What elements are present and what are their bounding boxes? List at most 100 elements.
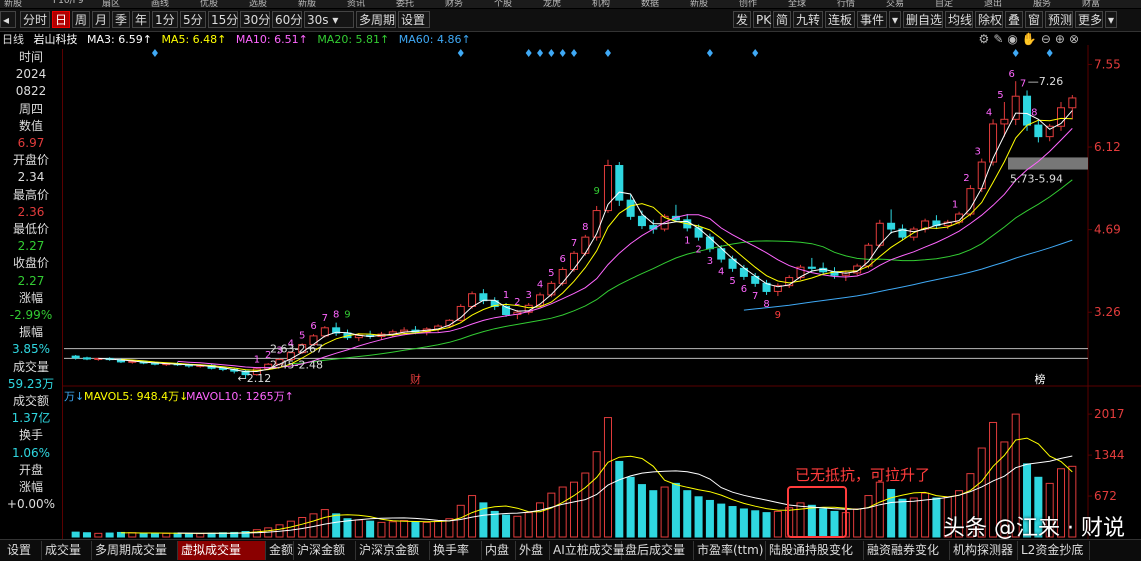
volume-bar [309,513,318,538]
info-panel-row: 收盘价 [12,256,49,271]
price-axis-label: 4.69 [1094,223,1121,237]
indicator-tab[interactable]: 多周期成交量 [92,541,178,560]
volume-bar [683,490,692,538]
nine-turn-digit: 1 [684,235,690,246]
candle-body [626,199,635,217]
info-panel-row: 涨幅 [18,290,43,305]
volume-bar [150,533,159,538]
nine-turn-digit: 9 [775,310,781,321]
volume-bar [536,502,545,538]
candle-body [468,293,477,307]
nine-turn-digit: 6 [559,254,565,265]
indicator-tab[interactable]: 融资融券变化 [864,541,950,560]
candle-body [569,252,579,270]
nine-turn-digit: 6 [310,321,316,332]
nine-turn-digit: 2 [963,173,969,184]
volume-bar [615,460,624,538]
info-panel-row: 0822 [15,84,47,99]
volume-bar [184,532,193,538]
indicator-tab[interactable]: AI立桩成交量 [550,541,625,560]
volume-bar [717,503,726,538]
volume-bar [388,521,397,538]
info-panel-row: 涨幅 [18,480,43,495]
nine-turn-digit: 9 [593,186,599,197]
ma60-line [743,239,1073,311]
volume-bar [558,486,567,538]
candle-body [558,268,567,284]
event-tag-label: 财 [410,372,421,386]
price-range-label: 2.63-2.67 [270,343,323,356]
info-panel-row: 成交额 [12,394,49,409]
nine-turn-digit: 7 [1020,78,1026,89]
price-axis-label: 7.55 [1094,57,1121,71]
indicator-tab[interactable]: 沪深金额 [294,541,356,560]
volume-bar [354,519,363,538]
nine-turn-digit: 8 [582,222,588,233]
candle-body [547,282,556,296]
candle-body [694,227,703,238]
indicator-tab[interactable]: L2资金抄底 [1018,541,1090,560]
nine-turn-digit: 8 [763,299,769,310]
nine-turn-digit: 8 [333,310,339,321]
info-panel-row: 周四 [18,101,43,116]
volume-bar [694,496,703,538]
nine-turn-digit: 1 [503,290,509,301]
info-panel-row: 1.06% [11,445,51,460]
volume-bar [105,532,114,538]
indicator-tab[interactable]: 机构探测器 [950,541,1018,560]
nine-turn-digit: 6 [1009,69,1015,80]
volume-bar [513,515,522,538]
indicator-tab[interactable]: 盘后成交量 [622,541,694,560]
indicator-tab[interactable]: 金额 [266,541,294,560]
nine-turn-digit: 5 [299,330,305,341]
price-axis-label: 3.26 [1094,305,1121,319]
volume-bar [366,520,375,538]
volume-bar [196,533,205,538]
volume-bar [932,497,941,538]
indicator-tab[interactable]: 内盘 [482,541,516,560]
price-axis-label: 6.12 [1094,140,1121,154]
nine-turn-digit: 8 [1031,107,1037,118]
indicator-tabs: 设置 成交量 多周期成交量 虚拟成交量 金额 沪深金额 沪深京金额 换手率 内盘 外盘 AI立桩成交… [0,539,1141,561]
price-range-label: 5.73-5.94 [1010,173,1063,186]
event-diamond [706,49,713,57]
info-panel-row: 2.27 [17,239,45,254]
candle-body [479,293,488,302]
candle-body [966,188,975,215]
indicator-tab[interactable]: 设置 [4,541,42,560]
candle-body [320,327,329,337]
info-panel-row: 2.34 [17,170,45,185]
nine-turn-digit: 3 [975,147,981,158]
candle-body [71,355,80,359]
indicator-tab[interactable]: 陆股通持股变化 [766,541,864,560]
event-diamond [457,49,464,57]
volume-bar [490,510,499,538]
high-price-label: —7.26 [1028,75,1064,88]
volume-unit-label: 万↓ [64,390,84,403]
volume-bar [751,510,760,538]
volume-bar [377,521,386,538]
watermark: 头条 @江来 · 财说 [943,516,1125,541]
mavol5-label: MAVOL5: 948.4万↓ [84,390,188,403]
candle-body [989,123,998,163]
indicator-tab[interactable]: 成交量 [42,541,92,560]
indicator-tab[interactable]: 外盘 [516,541,550,560]
event-diamond [548,49,555,57]
volume-bar [162,532,171,538]
price-range-label: 2.45-2.48 [270,358,323,371]
indicator-tab[interactable]: 换手率 [430,541,482,560]
volume-bar [524,512,533,538]
indicator-tab[interactable]: 市盈率(ttm) [694,541,766,560]
nine-turn-digit: 1 [952,200,958,211]
volume-bar [456,504,465,538]
info-panel-row: 振幅 [18,325,43,340]
candle-body [1023,95,1032,126]
kline-chart[interactable]: 7.556.124.693.26201713446721 2 34567 8 91234… [0,0,1141,539]
indicator-tab[interactable]: 沪深京金额 [356,541,430,560]
volume-bar [807,504,816,538]
info-panel-row: 59.23万 [7,376,55,391]
volume-bar [298,517,307,538]
candle-body [1000,118,1009,125]
indicator-tab[interactable]: 虚拟成交量 [178,541,266,560]
candle-body [581,236,590,254]
